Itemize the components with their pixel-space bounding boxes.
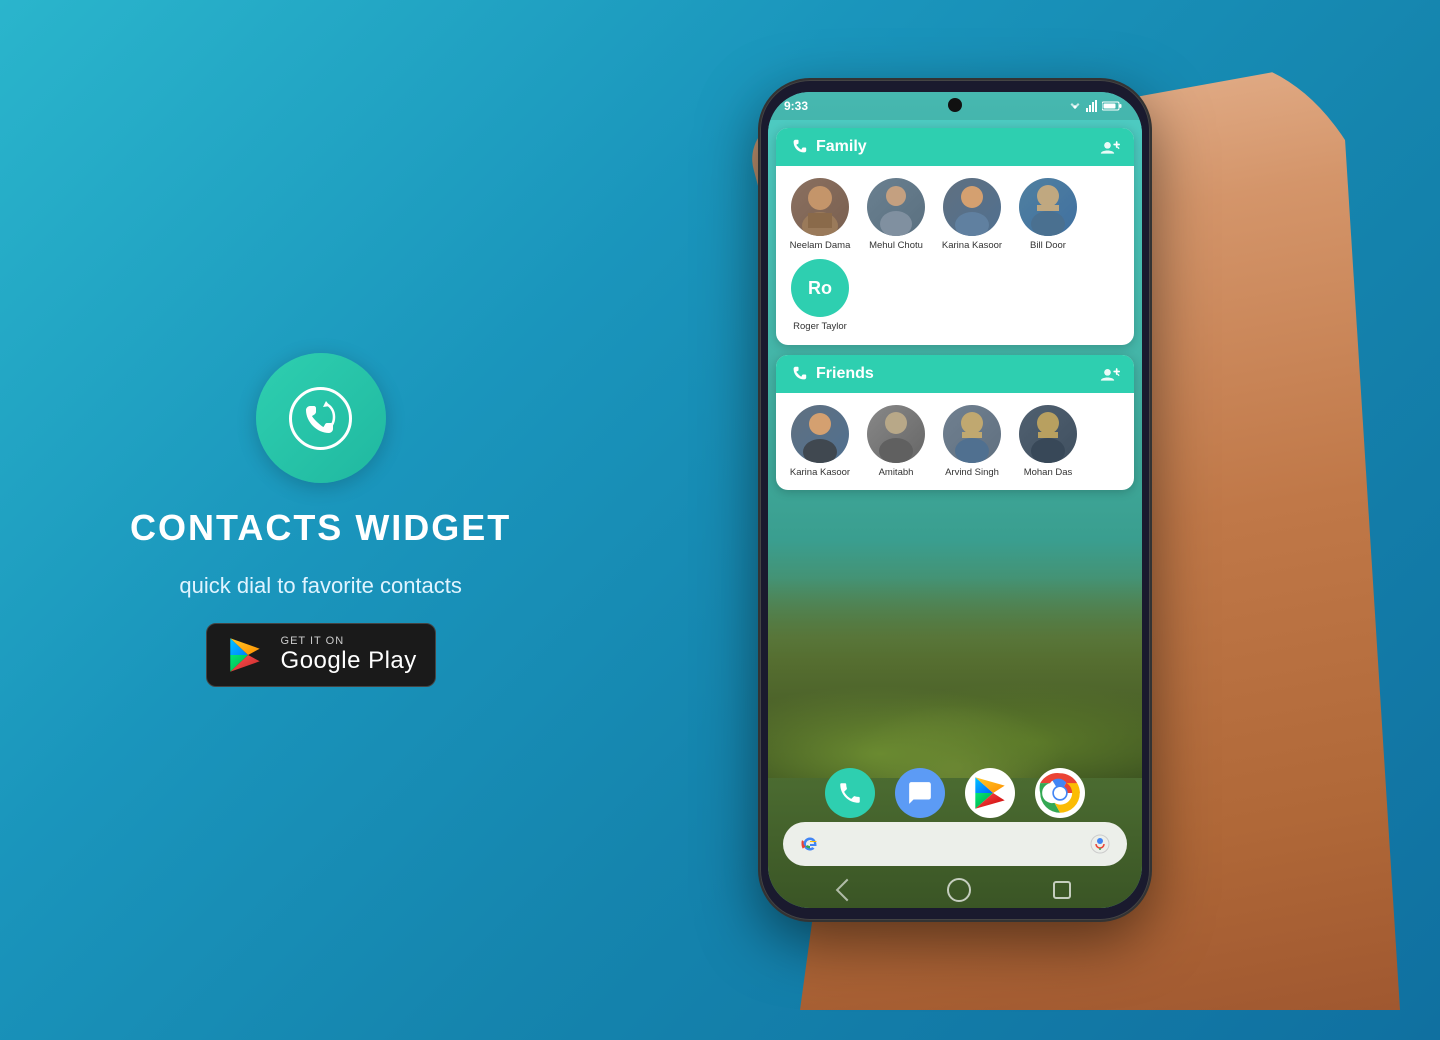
karina-friends-avatar: [791, 405, 849, 463]
contact-amitabh[interactable]: Amitabh: [862, 405, 930, 478]
dock-phone-svg: [837, 780, 863, 806]
family-widget-title: Family: [816, 138, 867, 156]
dock-messages-icon[interactable]: [895, 768, 945, 818]
wifi-icon: [1068, 101, 1082, 111]
contact-mohan[interactable]: Mohan Das: [1014, 405, 1082, 478]
dock-chrome-svg: [1038, 771, 1082, 815]
mehul-avatar: [867, 178, 925, 236]
left-content: CONTACTS WIDGET quick dial to favorite c…: [130, 353, 511, 687]
karina-fam-name: Karina Kasoor: [942, 240, 1002, 251]
karina-fam-avatar: [943, 178, 1001, 236]
phone-nav-bar: [768, 878, 1142, 902]
neelam-name: Neelam Dama: [790, 240, 851, 251]
camera-notch: [948, 98, 962, 112]
friends-widget[interactable]: Friends: [776, 355, 1134, 490]
contact-karina-friends[interactable]: Karina Kasoor: [786, 405, 854, 478]
phone-search-bar[interactable]: [783, 822, 1127, 866]
friends-header-left: Friends: [790, 365, 874, 383]
battery-icon: [1102, 101, 1122, 111]
contact-neelam[interactable]: Neelam Dama: [786, 178, 854, 251]
dock-play-svg: [969, 772, 1011, 814]
google-assistant-icon: [1089, 833, 1111, 855]
recents-button[interactable]: [1053, 881, 1071, 899]
amitabh-avatar: [867, 405, 925, 463]
contact-bill[interactable]: Bill Door: [1014, 178, 1082, 251]
google-play-badge[interactable]: GET IT ON Google Play: [206, 623, 436, 687]
badge-small-text: GET IT ON: [281, 635, 417, 647]
neelam-avatar: [791, 178, 849, 236]
add-contact-icon: [1100, 138, 1120, 156]
badge-large-text: Google Play: [281, 647, 417, 675]
karina-friends-name: Karina Kasoor: [790, 467, 850, 478]
home-button[interactable]: [947, 878, 971, 902]
phone-container: 9:33: [670, 50, 1390, 1010]
back-button[interactable]: [836, 879, 859, 902]
phone-frame: 9:33: [760, 80, 1150, 920]
friends-contacts-grid: Karina Kasoor Amitabh: [776, 393, 1134, 490]
roger-name: Roger Taylor: [793, 321, 847, 332]
app-title: CONTACTS WIDGET: [130, 507, 511, 549]
amitabh-name: Amitabh: [879, 467, 914, 478]
dock-play-icon[interactable]: [965, 768, 1015, 818]
family-contacts-grid: Neelam Dama Mehul Chotu: [776, 166, 1134, 345]
phone-icon: [288, 386, 353, 451]
widget-phone-icon: [790, 138, 808, 156]
contact-karina-fam[interactable]: Karina Kasoor: [938, 178, 1006, 251]
bill-avatar: [1019, 178, 1077, 236]
status-icons: [1068, 100, 1122, 112]
roger-avatar: Ro: [791, 259, 849, 317]
widgets-area: Family: [768, 120, 1142, 498]
friends-phone-icon: [790, 365, 808, 383]
family-widget-header: Family: [776, 128, 1134, 166]
arvind-name: Arvind Singh: [945, 467, 999, 478]
mohan-name: Mohan Das: [1024, 467, 1073, 478]
phone-screen: 9:33: [768, 92, 1142, 908]
contact-arvind[interactable]: Arvind Singh: [938, 405, 1006, 478]
mohan-avatar: [1019, 405, 1077, 463]
play-store-icon: [225, 634, 267, 676]
dock-phone-icon[interactable]: [825, 768, 875, 818]
friends-widget-header: Friends: [776, 355, 1134, 393]
family-widget[interactable]: Family: [776, 128, 1134, 345]
status-time: 9:33: [784, 99, 808, 113]
arvind-avatar: [943, 405, 1001, 463]
phone-dock: [768, 758, 1142, 828]
badge-text: GET IT ON Google Play: [281, 635, 417, 675]
app-subtitle: quick dial to favorite contacts: [179, 573, 461, 599]
widget-header-left: Family: [790, 138, 867, 156]
signal-icon: [1086, 100, 1098, 112]
app-icon: [256, 353, 386, 483]
bill-name: Bill Door: [1030, 240, 1066, 251]
contact-mehul[interactable]: Mehul Chotu: [862, 178, 930, 251]
mehul-name: Mehul Chotu: [869, 240, 923, 251]
contact-roger[interactable]: Ro Roger Taylor: [786, 259, 854, 332]
dock-chrome-icon[interactable]: [1035, 768, 1085, 818]
nature-bg: [768, 578, 1142, 778]
dock-messages-svg: [907, 780, 933, 806]
google-g-icon: [799, 833, 821, 855]
add-contact-icon-2: [1100, 365, 1120, 383]
friends-widget-title: Friends: [816, 365, 874, 383]
